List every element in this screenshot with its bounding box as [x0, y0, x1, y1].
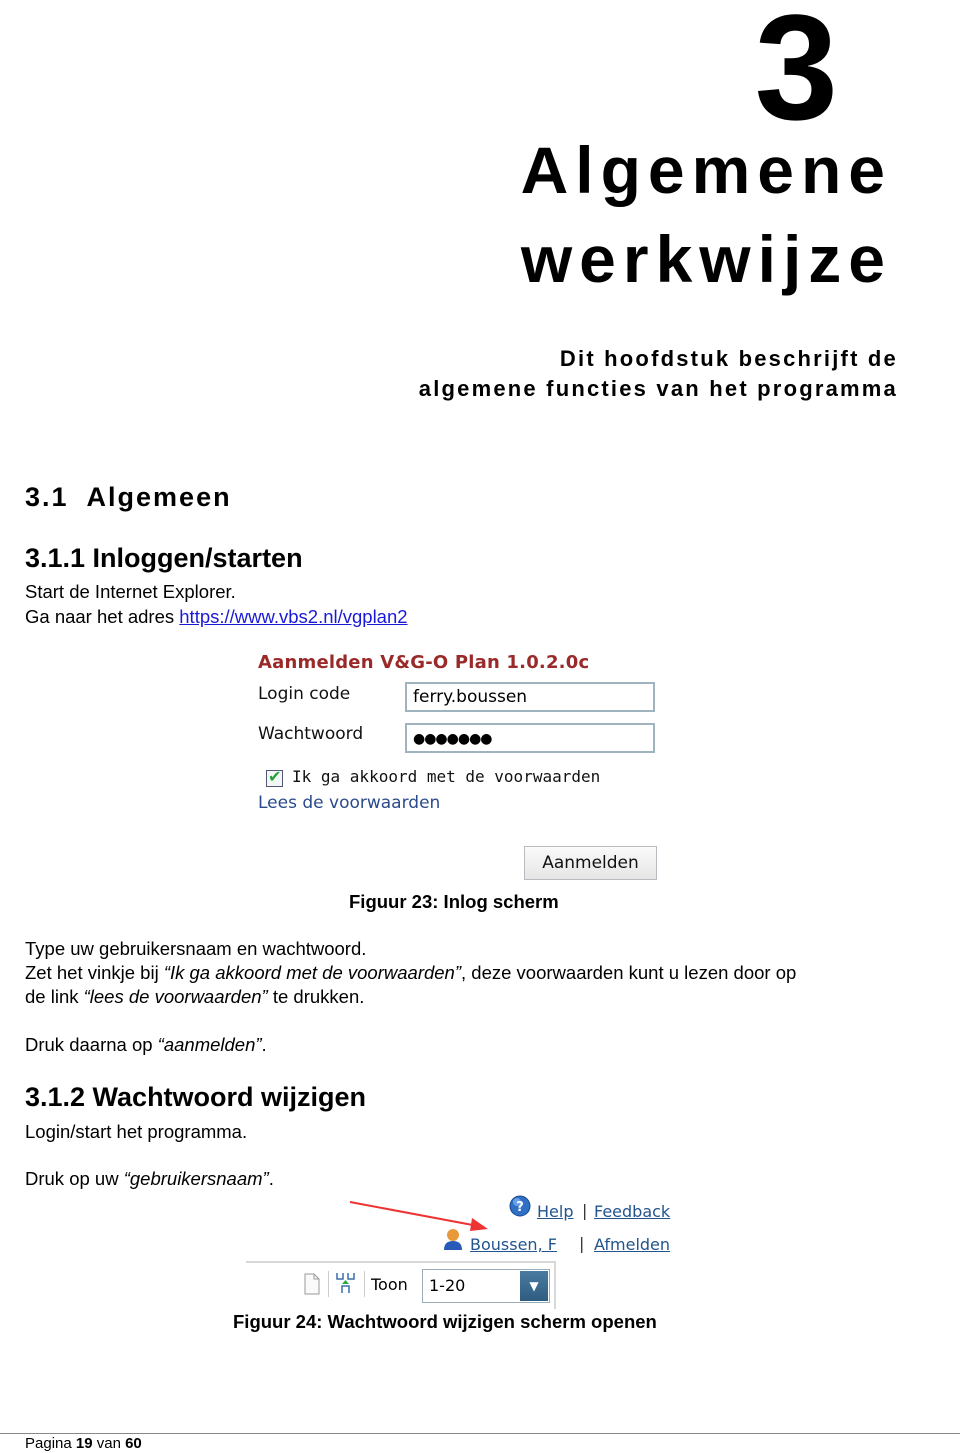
subsection-heading-inloggen: 3.1.1 Inloggen/starten: [25, 543, 303, 573]
chevron-down-icon[interactable]: ▼: [520, 1271, 548, 1301]
subsection-heading-wachtwoord: 3.1.2 Wachtwoord wijzigen: [25, 1082, 367, 1112]
paragraph-checkbox-instruction: Zet het vinkje bij “Ik ga akkoord met de…: [25, 961, 925, 1009]
total-pages: 60: [125, 1435, 142, 1452]
figure-23-caption: Figuur 23: Inlog scherm: [349, 891, 559, 912]
footer-divider: [0, 1433, 960, 1434]
username-link[interactable]: Boussen, F: [470, 1235, 557, 1254]
separator: |: [582, 1201, 588, 1220]
text: .: [268, 1168, 274, 1189]
page-footer: Pagina 19 van 60: [25, 1435, 142, 1452]
login-title: Aanmelden V&G-O Plan 1.0.2.0c: [258, 652, 590, 673]
toon-select[interactable]: 1-20 ▼: [422, 1269, 550, 1303]
paragraph-login-start: Login/start het programma.: [25, 1121, 248, 1142]
checkmark-icon: ✔: [268, 767, 282, 786]
paragraph-start-ie: Start de Internet Explorer.: [25, 581, 236, 602]
url-link[interactable]: https://www.vbs2.nl/vgplan2: [179, 606, 407, 627]
login-code-input[interactable]: ferry.boussen: [405, 682, 655, 712]
password-label: Wachtwoord: [258, 724, 364, 744]
emphasis-read-terms: “lees de voorwaarden”: [83, 986, 268, 1007]
text: te drukken.: [267, 986, 365, 1007]
chapter-title-line2: werkwijze: [520, 222, 892, 296]
paragraph-press-login: Druk daarna op “aanmelden”.: [25, 1033, 267, 1057]
text: Zet het vinkje bij: [25, 962, 164, 983]
text: Druk daarna op: [25, 1034, 158, 1055]
user-icon: [444, 1229, 462, 1250]
section-heading: 3.1 Algemeen: [25, 482, 232, 512]
chapter-subtitle-line2: algemene functies van het programma: [418, 376, 898, 401]
agree-checkbox-label: Ik ga akkoord met de voorwaarden: [292, 767, 601, 786]
toon-label: Toon: [371, 1275, 408, 1294]
paragraph-type-credentials: Type uw gebruikersnaam en wachtwoord.: [25, 938, 367, 959]
chapter-title-line1: Algemene: [520, 133, 892, 207]
login-code-label: Login code: [258, 684, 351, 704]
emphasis-aanmelden: “aanmelden”: [157, 1034, 262, 1055]
read-terms-link[interactable]: Lees de voorwaarden: [258, 793, 440, 813]
footer-prefix: Pagina: [25, 1435, 76, 1452]
aanmelden-button[interactable]: Aanmelden: [524, 846, 657, 880]
password-change-screenshot-figure: ? Help | Feedback Boussen, F | Afmelden …: [246, 1190, 686, 1310]
emphasis-gebruikersnaam: “gebruikersnaam”: [123, 1168, 269, 1189]
divider: [364, 1271, 365, 1297]
divider: [328, 1271, 329, 1297]
column-layout-icon[interactable]: [334, 1271, 360, 1297]
new-document-icon[interactable]: [304, 1273, 320, 1295]
text: , deze voorwaarden kunt u lezen door op: [461, 962, 797, 983]
figure-24-caption: Figuur 24: Wachtwoord wijzigen scherm op…: [233, 1311, 657, 1332]
toon-select-value: 1-20: [429, 1276, 466, 1295]
chapter-number: 3: [754, 0, 838, 151]
text: de link: [25, 986, 84, 1007]
current-page-number: 19: [75, 1435, 93, 1452]
svg-text:?: ?: [516, 1200, 524, 1215]
text: Druk op uw: [25, 1168, 124, 1189]
address-prefix: Ga naar het adres: [25, 606, 180, 627]
login-screenshot-figure: Aanmelden V&G-O Plan 1.0.2.0c Login code…: [258, 652, 663, 887]
red-arrow-icon: [349, 1201, 488, 1231]
text: .: [261, 1034, 267, 1055]
help-icon[interactable]: ?: [509, 1195, 531, 1217]
agree-checkbox[interactable]: ✔: [266, 767, 283, 787]
emphasis-agree: “Ik ga akkoord met de voorwaarden”: [163, 962, 462, 983]
help-link[interactable]: Help: [537, 1202, 573, 1221]
password-input[interactable]: ●●●●●●●: [405, 723, 655, 753]
toolbar: Toon 1-20 ▼: [246, 1261, 556, 1309]
separator: |: [579, 1234, 585, 1253]
paragraph-address: Ga naar het adres https://www.vbs2.nl/vg…: [25, 605, 408, 629]
feedback-link[interactable]: Feedback: [594, 1202, 670, 1221]
paragraph-press-username: Druk op uw “gebruikersnaam”.: [25, 1167, 274, 1191]
footer-mid: van: [92, 1435, 126, 1452]
afmelden-link[interactable]: Afmelden: [594, 1235, 670, 1254]
chapter-subtitle-line1: Dit hoofdstuk beschrijft de: [559, 346, 898, 371]
